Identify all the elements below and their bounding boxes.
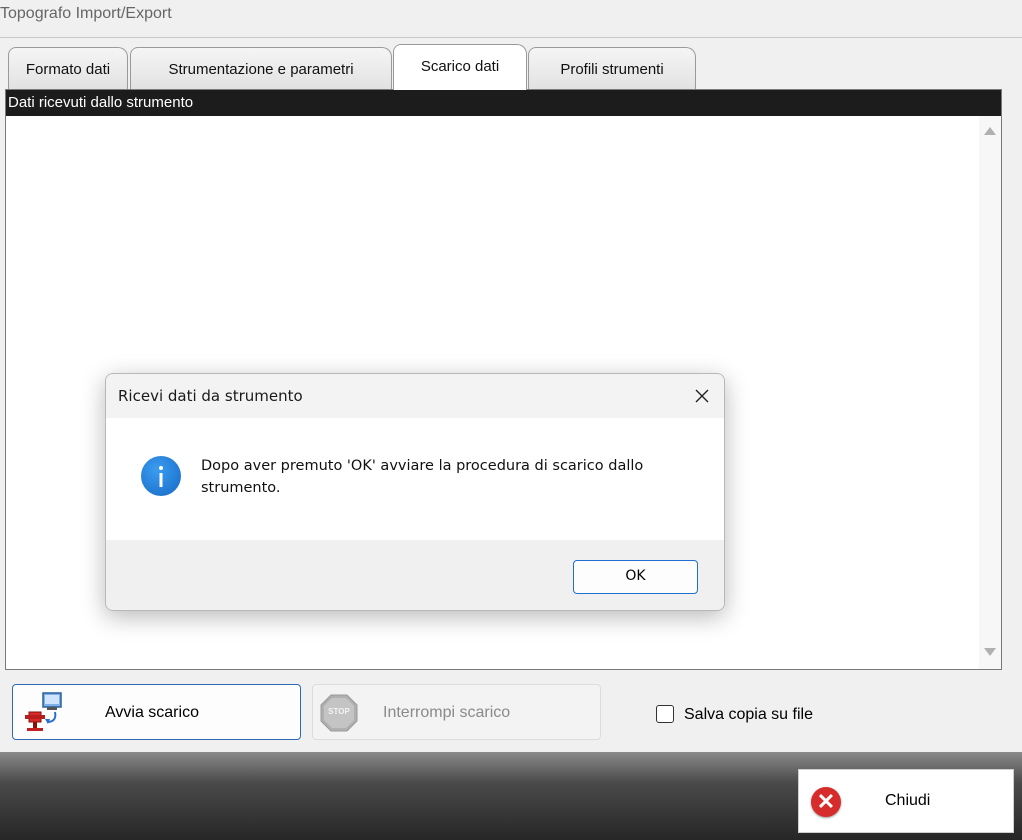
instrument-download-icon — [21, 692, 65, 734]
dialog-body: Dopo aver premuto 'OK' avviare la proced… — [106, 418, 724, 540]
tab-scarico-dati[interactable]: Scarico dati — [393, 44, 527, 90]
tab-label: Scarico dati — [420, 58, 500, 75]
panel-header: Dati ricevuti dallo strumento — [6, 90, 1001, 116]
title-bar: Topografo Import/Export — [0, 0, 1022, 38]
vertical-scrollbar[interactable] — [979, 116, 1001, 669]
stop-download-label: Interrompi scarico — [383, 704, 511, 721]
tab-formato-dati[interactable]: Formato dati — [8, 47, 128, 89]
scroll-down-icon[interactable] — [984, 648, 996, 656]
info-icon — [141, 456, 181, 496]
save-copy-checkbox[interactable] — [656, 705, 674, 723]
close-icon: ✕ — [811, 787, 841, 817]
start-download-button[interactable]: Avvia scarico — [12, 684, 301, 740]
dialog-titlebar: Ricevi dati da strumento — [106, 374, 724, 418]
dialog-footer: OK — [106, 540, 724, 610]
dialog-close-icon[interactable] — [690, 384, 714, 408]
stop-icon: STOP — [319, 693, 359, 733]
dialog-message: Dopo aver premuto 'OK' avviare la proced… — [201, 458, 644, 496]
tab-profili-strumenti[interactable]: Profili strumenti — [528, 47, 696, 89]
close-button[interactable]: ✕ Chiudi — [798, 769, 1014, 833]
receive-data-dialog: Ricevi dati da strumento Dopo aver premu… — [105, 373, 725, 611]
close-label: Chiudi — [885, 792, 931, 809]
tab-label: Strumentazione e parametri — [168, 61, 354, 78]
tab-label: Profili strumenti — [560, 61, 664, 78]
scroll-up-icon[interactable] — [984, 127, 996, 135]
ok-button[interactable]: OK — [573, 560, 698, 594]
tab-label: Formato dati — [25, 61, 111, 78]
stop-download-button[interactable]: STOP Interrompi scarico — [312, 684, 601, 740]
tab-strumentazione-parametri[interactable]: Strumentazione e parametri — [130, 47, 392, 89]
start-download-label: Avvia scarico — [105, 704, 199, 721]
save-copy-label: Salva copia su file — [684, 706, 813, 723]
dialog-title: Ricevi dati da strumento — [118, 387, 303, 405]
window-title: Topografo Import/Export — [0, 5, 172, 22]
stop-icon-text: STOP — [328, 707, 350, 716]
